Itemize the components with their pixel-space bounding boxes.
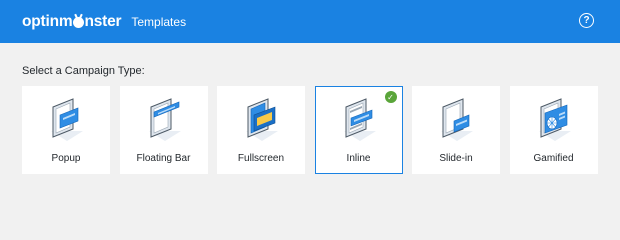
campaign-type-label: Popup <box>51 153 81 164</box>
optinmonster-logo[interactable]: optinm nster <box>22 12 122 31</box>
help-glyph: ? <box>583 15 590 26</box>
campaign-type-label: Floating Bar <box>136 153 191 164</box>
fullscreen-icon <box>246 98 278 141</box>
campaign-type-label: Inline <box>346 153 371 164</box>
campaign-type-label: Slide-in <box>439 153 473 164</box>
campaign-type-list: Popup Floating Bar Fullscreen ✓ Inline S… <box>22 86 607 174</box>
campaign-type-slide-in[interactable]: Slide-in <box>412 86 500 174</box>
selected-check-icon: ✓ <box>384 91 397 103</box>
page-title: Templates <box>131 14 187 29</box>
campaign-type-gamified[interactable]: Gamified <box>509 86 598 174</box>
campaign-type-popup[interactable]: Popup <box>22 86 110 174</box>
popup-icon <box>51 98 83 141</box>
campaign-type-floating-bar[interactable]: Floating Bar <box>119 86 208 174</box>
campaign-type-fullscreen[interactable]: Fullscreen <box>217 86 305 174</box>
slide-in-icon <box>441 98 473 141</box>
logo-text-end: nster <box>84 12 122 30</box>
section-label: Select a Campaign Type: <box>22 65 145 77</box>
floating-bar-icon <box>148 98 181 141</box>
app-header: optinm nster Templates ? <box>0 0 620 43</box>
gamified-icon <box>538 98 571 141</box>
monster-o-icon <box>72 17 84 28</box>
help-icon[interactable]: ? <box>579 13 594 28</box>
campaign-type-label: Gamified <box>533 153 574 164</box>
campaign-type-inline[interactable]: ✓ Inline <box>314 86 403 174</box>
logo-text-start: optinm <box>22 12 73 30</box>
inline-icon <box>343 98 376 141</box>
campaign-type-label: Fullscreen <box>237 153 285 164</box>
